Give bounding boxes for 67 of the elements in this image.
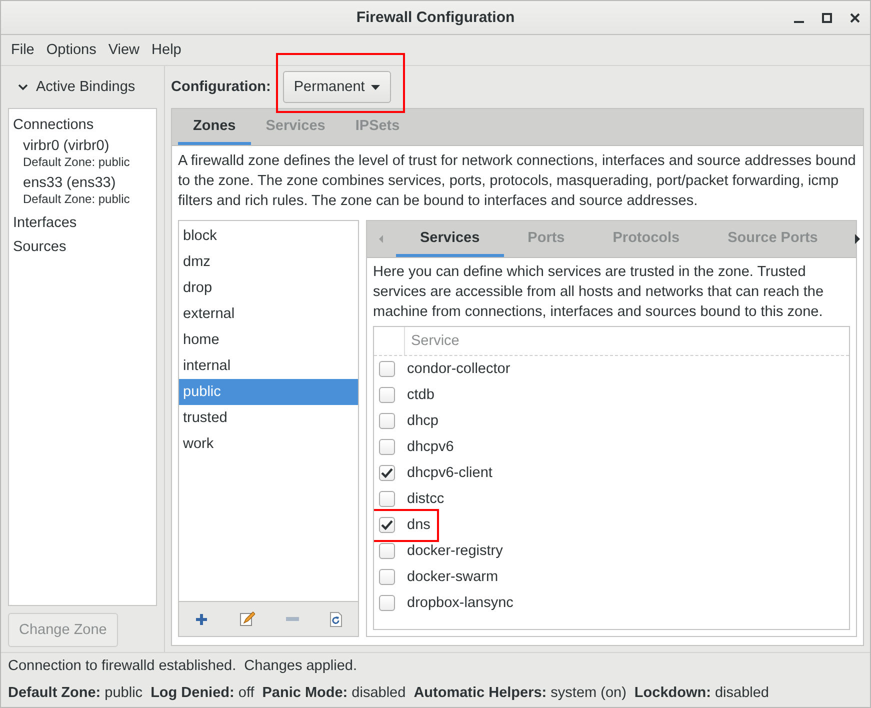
menu-item[interactable]: Options [40, 42, 102, 58]
checkbox[interactable] [379, 595, 395, 611]
connection-zone: Default Zone: public [23, 192, 131, 207]
menu-item[interactable]: View [102, 42, 146, 58]
status-value: public [104, 685, 143, 701]
checkbox[interactable] [379, 439, 395, 455]
status-label: Automatic Helpers: [414, 685, 547, 701]
status-label: Default Zone: [8, 685, 101, 701]
menu-item[interactable]: Help [146, 42, 188, 58]
zone-item[interactable]: work [179, 431, 358, 457]
connection-zone: Default Zone: public [23, 155, 131, 170]
service-name: dhcpv6 [407, 439, 454, 455]
zone-item[interactable]: dmz [179, 249, 358, 275]
zone-item[interactable]: trusted [179, 405, 358, 431]
section-header[interactable]: Active Bindings [36, 79, 136, 95]
caret-icon [370, 84, 380, 90]
checkbox[interactable] [379, 413, 395, 429]
checkbox[interactable] [379, 517, 395, 533]
status-message: Connection to firewalld established. Changes applied. [1, 652, 870, 679]
add-icon[interactable] [194, 612, 208, 626]
binding-category[interactable]: Connections [13, 113, 156, 137]
status-value: disabled [714, 685, 769, 701]
binding-category[interactable]: Interfaces [13, 211, 156, 235]
checkbox[interactable] [379, 465, 395, 481]
zone-item[interactable]: internal [179, 353, 358, 379]
zone-item[interactable]: external [179, 301, 358, 327]
service-name: dhcpv6-client [407, 465, 492, 481]
service-name: ctdb [407, 387, 434, 403]
service-name: docker-swarm [407, 569, 498, 585]
tab[interactable]: Services [396, 221, 504, 257]
zone-item[interactable]: block [179, 223, 358, 249]
close-icon[interactable] [850, 12, 860, 22]
zones-description: A firewalld zone defines the level of trust for network connections, interfaces and source addresses bound to the zone. The zone combines services, ports, protocols, masquerading, port/packet forwarding, icmp filters and rich rules. The zone can be bound to interfaces and source addresses. [177, 152, 857, 211]
checkbox[interactable] [379, 491, 395, 507]
status-label: Log Denied: [150, 685, 234, 701]
connection-name[interactable]: virbr0 (virbr0) [23, 137, 156, 155]
zone-item[interactable]: drop [179, 275, 358, 301]
menu-item[interactable]: File [5, 42, 40, 58]
edit-icon[interactable] [238, 611, 255, 627]
status-value: off [238, 685, 254, 701]
status-value: system (on) [550, 685, 626, 701]
zone-item[interactable]: home [179, 327, 358, 353]
service-name: dns [407, 517, 430, 533]
checkbox[interactable] [379, 361, 395, 377]
connection-name[interactable]: ens33 (ens33) [23, 174, 156, 192]
configuration-label: Configuration: [171, 79, 271, 95]
configuration-dropdown[interactable]: Permanent [282, 71, 391, 103]
status-value: disabled [352, 685, 406, 701]
check-icon [381, 520, 393, 530]
status-label: Lockdown: [634, 685, 711, 701]
binding-category[interactable]: Sources [13, 235, 156, 259]
service-name: condor-collector [407, 361, 510, 377]
checkbox[interactable] [379, 387, 395, 403]
checkbox[interactable] [379, 543, 395, 559]
check-icon [381, 468, 393, 478]
checkbox[interactable] [379, 569, 395, 585]
service-name: dropbox-lansync [407, 595, 514, 611]
services-description: Here you can define which services are trusted in the zone. Trusted services are accessible from all hosts and networks that can reach the machine from connections, interfaces and sources bound to this zone. [372, 263, 825, 322]
maximize-icon[interactable] [822, 12, 832, 22]
reload-icon[interactable] [330, 612, 342, 626]
chevron-down-icon[interactable] [18, 83, 28, 91]
tab[interactable]: Zones [178, 109, 251, 145]
status-label: Panic Mode: [262, 685, 348, 701]
service-name: dhcp [407, 413, 438, 429]
service-name: distcc [407, 491, 444, 507]
service-name: docker-registry [407, 543, 503, 559]
window-title: Firewall Configuration [356, 9, 515, 26]
